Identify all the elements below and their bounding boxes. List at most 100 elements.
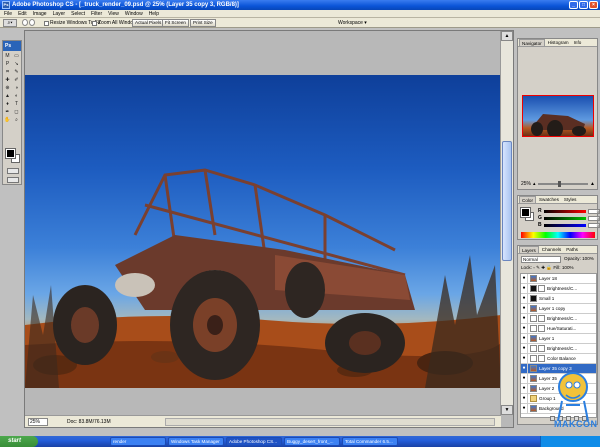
opacity-field[interactable]: Opacity: 100% — [564, 256, 594, 261]
zoom-tool-icon[interactable]: ⌕ — [12, 116, 21, 124]
layer-mask-thumbnail[interactable] — [538, 345, 545, 352]
tab-info[interactable]: Info — [572, 39, 584, 46]
visibility-eye-icon[interactable]: ● — [521, 384, 528, 393]
crop-tool-icon[interactable]: ⌗ — [3, 68, 12, 76]
document-zoom-field[interactable]: 25% — [28, 418, 48, 426]
task-render[interactable]: render — [110, 437, 166, 446]
tab-paths[interactable]: Paths — [564, 246, 580, 253]
move-tool-icon[interactable]: ▭ — [12, 52, 21, 60]
navigator-zoom-slider[interactable] — [537, 181, 589, 187]
menu-help[interactable]: Help — [149, 10, 159, 18]
visibility-eye-icon[interactable]: ● — [521, 394, 528, 403]
layer-mask-thumbnail[interactable] — [538, 285, 545, 292]
hand-tool-icon[interactable]: ✋ — [3, 116, 12, 124]
visibility-eye-icon[interactable]: ● — [521, 354, 528, 363]
tab-layers[interactable]: Layers — [519, 246, 539, 253]
zoom-tool-preset-picker[interactable]: ⌕▾ — [3, 19, 17, 27]
pen-tool-icon[interactable]: ✒ — [3, 108, 12, 116]
history-brush-icon[interactable]: ◑ — [12, 84, 21, 92]
visibility-eye-icon[interactable]: ● — [521, 284, 528, 293]
menu-filter[interactable]: Filter — [91, 10, 102, 18]
color-spectrum-ramp[interactable] — [521, 232, 595, 238]
layer-row[interactable]: ● Small 1 — [521, 294, 596, 304]
vertical-scrollbar[interactable]: ▲ ▼ — [500, 31, 513, 415]
layer-row[interactable]: ● Brightness/C... — [521, 344, 596, 354]
zoom-out-icon[interactable] — [29, 19, 35, 26]
foreground-color-swatch[interactable] — [5, 148, 16, 159]
menu-window[interactable]: Window — [125, 10, 143, 18]
layer-row[interactable]: ● Hue/Saturati... — [521, 324, 596, 334]
horizontal-scrollbar[interactable] — [165, 418, 495, 426]
image-canvas[interactable] — [25, 75, 501, 388]
visibility-eye-icon[interactable]: ● — [521, 344, 528, 353]
channel-r-slider[interactable] — [544, 209, 586, 213]
clone-stamp-icon[interactable]: ⊕ — [3, 84, 12, 92]
blend-mode-select[interactable]: Normal — [521, 256, 561, 263]
visibility-eye-icon[interactable]: ● — [521, 334, 528, 343]
menu-select[interactable]: Select — [71, 10, 85, 18]
visibility-eye-icon[interactable]: ● — [521, 374, 528, 383]
layer-mask-thumbnail[interactable] — [538, 325, 545, 332]
menu-edit[interactable]: Edit — [18, 10, 27, 18]
zoom-out-small-icon[interactable]: ▴ — [533, 181, 536, 187]
tab-styles[interactable]: Styles — [562, 196, 579, 203]
tab-swatches[interactable]: Swatches — [537, 196, 561, 203]
minimize-button[interactable]: _ — [569, 1, 578, 9]
scroll-up-button[interactable]: ▲ — [501, 31, 513, 41]
zoom-in-icon[interactable] — [22, 19, 28, 26]
dodge-tool-icon[interactable]: ♦ — [3, 100, 12, 108]
layer-mask-thumbnail[interactable] — [538, 355, 545, 362]
visibility-eye-icon[interactable]: ● — [521, 324, 528, 333]
shape-tool-icon[interactable]: ◻ — [12, 108, 21, 116]
menu-image[interactable]: Image — [33, 10, 47, 18]
slice-tool-icon[interactable]: ✎ — [12, 68, 21, 76]
tab-histogram[interactable]: Histogram — [546, 39, 571, 46]
healing-brush-icon[interactable]: ✚ — [3, 76, 12, 84]
color-foreground-swatch[interactable] — [520, 207, 531, 218]
channel-g-value[interactable]: 0 — [588, 215, 600, 221]
layer-row[interactable]: ● Brightness/C... — [521, 284, 596, 294]
layer-mask-thumbnail[interactable] — [538, 315, 545, 322]
zoom-all-checkbox[interactable] — [92, 20, 97, 26]
menu-view[interactable]: View — [108, 10, 119, 18]
lasso-tool-icon[interactable]: P — [3, 60, 12, 68]
channel-g-slider[interactable] — [544, 216, 586, 220]
screen-mode-toggle[interactable] — [7, 177, 19, 183]
task-total-commander[interactable]: Total Commander 6.5... — [342, 437, 398, 446]
start-button[interactable]: start — [0, 436, 38, 447]
navigator-thumbnail[interactable] — [522, 95, 594, 137]
gradient-tool-icon[interactable]: ◐ — [12, 92, 21, 100]
layer-row[interactable]: ● Layer 1 copy — [521, 304, 596, 314]
visibility-eye-icon[interactable]: ● — [521, 304, 528, 313]
task-task-manager[interactable]: Windows Task Manager — [168, 437, 224, 446]
zoom-in-large-icon[interactable]: ▲ — [590, 181, 595, 187]
layer-row[interactable]: ● Layer 18 — [521, 274, 596, 284]
channel-b-slider[interactable] — [544, 223, 586, 227]
close-button[interactable]: × — [589, 1, 598, 9]
task-photoshop[interactable]: Adobe Photoshop CS... — [226, 437, 282, 446]
quick-mask-toggle[interactable] — [7, 168, 19, 174]
maximize-button[interactable]: □ — [579, 1, 588, 9]
marquee-tool-icon[interactable]: M — [3, 52, 12, 60]
resize-windows-checkbox[interactable] — [44, 20, 49, 26]
menu-layer[interactable]: Layer — [53, 10, 66, 18]
brush-tool-icon[interactable]: ✐ — [12, 76, 21, 84]
visibility-eye-icon[interactable]: ● — [521, 364, 528, 373]
type-tool-icon[interactable]: T — [12, 100, 21, 108]
visibility-eye-icon[interactable]: ● — [521, 404, 528, 413]
workspace-menu[interactable]: Workspace ▾ — [338, 20, 367, 26]
layer-row[interactable]: ● Layer 1 — [521, 334, 596, 344]
actual-pixels-button[interactable]: Actual Pixels — [132, 19, 165, 27]
vertical-scroll-thumb[interactable] — [502, 141, 512, 261]
visibility-eye-icon[interactable]: ● — [521, 294, 528, 303]
tab-channels[interactable]: Channels — [540, 246, 563, 253]
lock-fill-row[interactable]: Lock: ▫ ✎ ✚ 🔒 Fill: 100% — [521, 265, 574, 271]
navigator-zoom-value[interactable]: 25% — [521, 181, 531, 187]
channel-b-value[interactable]: 0 — [588, 222, 600, 228]
tab-navigator[interactable]: Navigator — [519, 39, 545, 46]
layer-row[interactable]: ● Color Balance — [521, 354, 596, 364]
print-size-button[interactable]: Print Size — [190, 19, 216, 27]
magic-wand-tool-icon[interactable]: ↘ — [12, 60, 21, 68]
visibility-eye-icon[interactable]: ● — [521, 314, 528, 323]
scroll-down-button[interactable]: ▼ — [501, 405, 513, 415]
